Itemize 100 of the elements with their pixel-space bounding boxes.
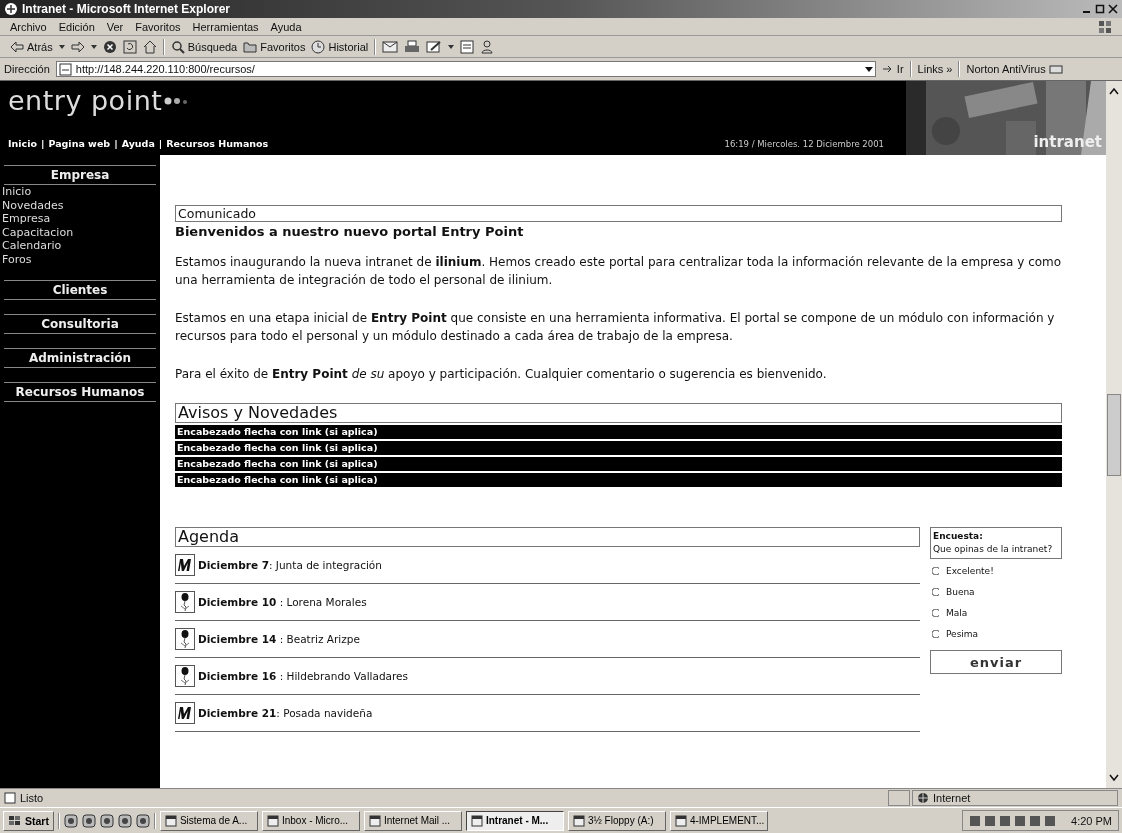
page-icon xyxy=(58,62,72,76)
home-icon[interactable] xyxy=(142,39,157,54)
taskbar-button[interactable]: Sistema de A... xyxy=(159,810,258,831)
poll-question: Que opinas de la intranet? xyxy=(933,543,1054,556)
forward-arrow-icon[interactable] xyxy=(70,40,85,53)
back-arrow-icon xyxy=(10,40,24,53)
paragraph: Estamos inaugurando la nueva intranet de ilinium. Hemos creado este portal para centralizar toda la información relevante de la empresa y como una herramienta de integración de todo el personal de ilinium. xyxy=(175,254,1062,289)
sidebar-item[interactable]: Foros xyxy=(2,252,160,266)
agenda-entry: Diciembre 7: Junta de integración xyxy=(198,559,382,571)
folder-icon xyxy=(243,40,258,53)
window-icon xyxy=(572,814,585,827)
edit-icon[interactable] xyxy=(426,39,443,54)
dropdown-caret-icon[interactable] xyxy=(864,66,873,72)
sidebar-section[interactable]: Administración xyxy=(4,348,156,368)
taskbar-button[interactable]: 4-IMPLEMENT... xyxy=(669,810,768,831)
taskbar-button[interactable]: Inbox - Micro... xyxy=(261,810,360,831)
radio-option[interactable]: Pesima xyxy=(930,625,1062,643)
radio-button[interactable] xyxy=(932,567,940,575)
history-button[interactable]: Historial xyxy=(311,39,369,54)
scroll-thumb[interactable] xyxy=(1107,393,1121,476)
radio-option[interactable]: Mala xyxy=(930,604,1062,622)
sidebar-item[interactable]: Calendario xyxy=(2,239,160,253)
printer-icon[interactable] xyxy=(404,39,421,54)
sidebar-item[interactable]: Inicio xyxy=(2,185,160,199)
nav-link[interactable]: Recursos Humanos xyxy=(166,138,269,149)
menu-item[interactable]: Ver xyxy=(106,20,124,33)
window-icon xyxy=(164,814,177,827)
scroll-down-icon[interactable] xyxy=(1109,774,1119,782)
favorites-button[interactable]: Favoritos xyxy=(243,40,306,53)
window-icon xyxy=(674,814,687,827)
section-heading: Comunicado xyxy=(175,205,1062,222)
links-button[interactable]: Links » xyxy=(917,63,953,75)
poll-title: Encuesta: xyxy=(933,530,984,543)
taskbar-button[interactable]: Internet Mail ... xyxy=(363,810,462,831)
status-text: Listo xyxy=(4,792,44,804)
taskbar-button[interactable]: Intranet - M... xyxy=(465,810,564,831)
radio-option[interactable]: Buena xyxy=(930,583,1062,601)
globe-icon xyxy=(917,792,929,804)
news-link[interactable]: Encabezado flecha con link (si aplica) xyxy=(175,457,1062,471)
article-title: Bienvenidos a nuestro nuevo portal Entry Point xyxy=(175,224,525,239)
start-button[interactable]: Start xyxy=(3,810,54,831)
sidebar-item[interactable]: Novedades xyxy=(2,198,160,212)
sidebar-section[interactable]: Consultoria xyxy=(4,314,156,334)
menu-item[interactable]: Ayuda xyxy=(270,20,302,33)
window-title: Intranet - Microsoft Internet Explorer xyxy=(22,2,232,16)
agenda-entry: Diciembre 21: Posada navideña xyxy=(198,707,373,719)
maximize-icon[interactable] xyxy=(1095,4,1105,14)
refresh-icon[interactable] xyxy=(122,39,137,54)
windows-logo-icon xyxy=(8,814,22,827)
window-icon xyxy=(368,814,381,827)
document-icon[interactable] xyxy=(460,39,475,54)
sidebar-item[interactable]: Capacitacion xyxy=(2,225,160,239)
menu-item[interactable]: Herramientas xyxy=(192,20,259,33)
balloon-icon xyxy=(175,665,195,687)
nav-separator: | xyxy=(40,138,45,149)
scroll-up-icon[interactable] xyxy=(1109,87,1119,95)
sidebar-item[interactable]: Empresa xyxy=(2,212,160,226)
go-button[interactable]: Ir xyxy=(881,63,904,75)
balloon-icon xyxy=(175,628,195,650)
stop-icon[interactable] xyxy=(102,39,117,54)
address-field[interactable]: http://148.244.220.110:800/recursos/ xyxy=(55,61,876,77)
address-label: Dirección xyxy=(4,63,50,75)
news-link[interactable]: Encabezado flecha con link (si aplica) xyxy=(175,441,1062,455)
scrollbar[interactable] xyxy=(1106,81,1122,788)
nav-link[interactable]: Inicio xyxy=(8,138,37,149)
agenda-entry: Diciembre 16 : Hildebrando Valladares xyxy=(198,670,409,682)
norton-button[interactable]: Norton AntiVirus xyxy=(966,63,1063,75)
nav-link[interactable]: Ayuda xyxy=(121,138,155,149)
news-link[interactable]: Encabezado flecha con link (si aplica) xyxy=(175,425,1062,439)
windows-logo-icon xyxy=(1098,19,1112,34)
close-icon[interactable] xyxy=(1108,4,1118,14)
dropdown-caret-icon[interactable] xyxy=(58,44,65,49)
window-icon xyxy=(266,814,279,827)
radio-button[interactable] xyxy=(932,630,940,638)
search-button[interactable]: Búsqueda xyxy=(170,39,238,54)
dropdown-caret-icon[interactable] xyxy=(448,44,455,49)
section-heading: Avisos y Novedades xyxy=(175,403,1062,423)
menu-item[interactable]: Edición xyxy=(58,20,95,33)
radio-button[interactable] xyxy=(932,609,940,617)
dropdown-caret-icon[interactable] xyxy=(90,44,97,49)
paragraph: Para el éxito de Entry Point de su apoyo y participación. Cualquier comentario o sugerencia es bienvenido. xyxy=(175,366,828,383)
submit-button[interactable]: enviar xyxy=(930,650,1062,674)
sidebar-section[interactable]: Empresa xyxy=(4,165,156,185)
agenda-entry: Diciembre 14 : Beatriz Arizpe xyxy=(198,633,360,645)
nav-link[interactable]: Pagina web xyxy=(48,138,111,149)
letter-m-icon xyxy=(175,702,195,724)
paragraph: Estamos en una etapa inicial de Entry Point que consiste en una herramienta informativa. El portal se compone de un módulo con información y recursos para todo el personal y un módulo destinado a cada área de trabajo de la empresa. xyxy=(175,310,1056,345)
news-link[interactable]: Encabezado flecha con link (si aplica) xyxy=(175,473,1062,487)
sidebar-section[interactable]: Recursos Humanos xyxy=(4,382,156,402)
radio-button[interactable] xyxy=(932,588,940,596)
back-button[interactable]: Atrás xyxy=(10,40,53,53)
page-icon xyxy=(4,792,16,804)
balloon-icon xyxy=(175,591,195,613)
taskbar-button[interactable]: 3½ Floppy (A:) xyxy=(567,810,666,831)
go-arrow-icon xyxy=(881,63,894,75)
window-icon xyxy=(470,814,483,827)
menu-item[interactable]: Favoritos xyxy=(135,20,181,33)
sidebar-section[interactable]: Clientes xyxy=(4,280,156,300)
radio-option[interactable]: Excelente! xyxy=(930,562,1062,580)
menu-item[interactable]: Archivo xyxy=(10,20,47,33)
